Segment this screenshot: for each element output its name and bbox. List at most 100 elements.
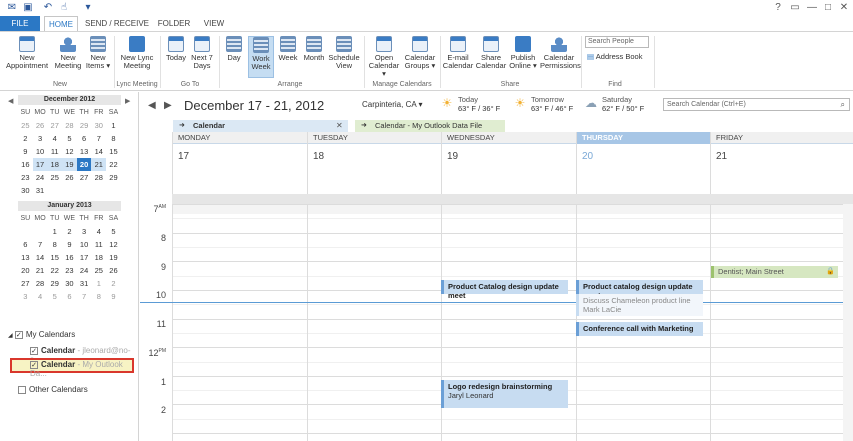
mini-calendar-date[interactable]: 10	[33, 145, 48, 158]
mini-calendar-date[interactable]: 28	[33, 277, 48, 290]
close-tab-icon[interactable]: ✕	[336, 120, 343, 132]
mini-calendar-date[interactable]: 2	[62, 225, 77, 238]
appointment-product-catalog-wed[interactable]: Product Catalog design update meet	[441, 280, 568, 300]
mini-calendar-date[interactable]: 30	[62, 277, 77, 290]
mini-calendar-date[interactable]: 26	[62, 171, 77, 184]
mini-calendar-date[interactable]: 23	[62, 264, 77, 277]
tab-home[interactable]: HOME	[44, 16, 78, 32]
mini-calendar-date[interactable]: 9	[62, 238, 77, 251]
day-header-monday[interactable]: MONDAY	[172, 132, 307, 144]
mini-calendar-date[interactable]: 3	[77, 225, 92, 238]
maximize-button[interactable]: □	[820, 1, 836, 14]
mini-calendar-date[interactable]: 18	[91, 251, 106, 264]
day-header-friday[interactable]: FRIDAY	[710, 132, 853, 144]
mini-calendar-date[interactable]: 4	[33, 290, 48, 303]
back-arrow-icon[interactable]: ◀	[148, 100, 156, 111]
mini-calendar-date[interactable]: 8	[47, 238, 62, 251]
mini-calendar-date[interactable]: 14	[33, 251, 48, 264]
mini-calendar-date[interactable]: 13	[77, 145, 92, 158]
appointment-conference-call-thu[interactable]: Conference call with Marketing	[576, 322, 703, 336]
day-header-wednesday[interactable]: WEDNESDAY	[441, 132, 576, 144]
undo-icon[interactable]: ↶	[42, 2, 54, 14]
tab-view[interactable]: VIEW	[198, 16, 230, 32]
calendar-tab-account[interactable]: ➜ Calendar ✕	[173, 120, 348, 132]
mini-calendar-date[interactable]: 23	[18, 171, 33, 184]
mini-calendar-date[interactable]: 21	[33, 264, 48, 277]
my-calendars-group[interactable]: ◢ ✓ My Calendars	[8, 330, 75, 339]
mini-calendar-date[interactable]: 26	[106, 264, 121, 277]
open-calendar-button[interactable]: Open Calendar ▾	[367, 36, 401, 78]
mini-calendar-date[interactable]: 29	[77, 119, 92, 132]
mini-calendar-date[interactable]: 29	[47, 277, 62, 290]
mini-calendar-date[interactable]: 22	[106, 158, 121, 171]
schedule-view-button[interactable]: Schedule View	[328, 36, 360, 70]
calendar-checkbox[interactable]: ✓	[30, 346, 38, 355]
mini-calendar-date[interactable]: 24	[33, 171, 48, 184]
tab-send-receive[interactable]: SEND / RECEIVE	[84, 16, 150, 32]
close-button[interactable]: ✕	[836, 1, 852, 14]
mini-calendar-date[interactable]: 15	[106, 145, 121, 158]
mini-calendar-date[interactable]: 20	[18, 264, 33, 277]
mini-calendar-date[interactable]: 18	[47, 158, 63, 171]
mini-calendar-date[interactable]: 5	[106, 225, 121, 238]
month-view-button[interactable]: Month	[302, 36, 326, 62]
mini-calendar-date[interactable]: 28	[62, 119, 77, 132]
new-items-button[interactable]: New Items ▾	[85, 36, 111, 70]
tab-folder[interactable]: FOLDER	[154, 16, 194, 32]
search-icon[interactable]: ⌕	[841, 99, 845, 110]
next-month-icon[interactable]: ▶	[125, 97, 130, 105]
publish-online-button[interactable]: Publish Online ▾	[507, 36, 539, 70]
mini-calendar-date[interactable]: 7	[91, 132, 106, 145]
mini-calendar-date[interactable]: 4	[47, 132, 62, 145]
time-grid[interactable]: 7AM 8 9 10 11 12PM 1 2 Dentist; Main Str…	[140, 204, 853, 441]
mini-calendar-date[interactable]: 26	[33, 119, 48, 132]
mini-calendar-date[interactable]: 11	[91, 238, 106, 251]
today-button[interactable]: Today	[164, 36, 188, 62]
mini-calendar-date[interactable]: 2	[106, 277, 121, 290]
mini-calendar-date[interactable]: 3	[18, 290, 33, 303]
mini-calendar-date[interactable]: 29	[106, 171, 121, 184]
week-view-button[interactable]: Week	[276, 36, 300, 62]
mini-calendar-date[interactable]: 30	[18, 184, 33, 197]
calendar-tab-data-file[interactable]: ➜ Calendar - My Outlook Data File	[355, 120, 505, 132]
calendar-groups-button[interactable]: Calendar Groups ▾	[403, 36, 437, 70]
mini-calendar-date[interactable]: 31	[33, 184, 48, 197]
mini-calendar-date[interactable]: 27	[18, 277, 33, 290]
date-wednesday[interactable]: 19	[441, 144, 576, 194]
search-calendar-input[interactable]: Search Calendar (Ctrl+E) ⌕	[663, 98, 850, 111]
mini-calendar-date[interactable]: 9	[106, 290, 121, 303]
vertical-scrollbar[interactable]	[843, 204, 853, 441]
mini-calendar-date[interactable]: 6	[18, 238, 33, 251]
mini-calendar-date[interactable]: 1	[106, 119, 121, 132]
mini-calendar-date[interactable]: 17	[32, 158, 48, 171]
collapse-icon[interactable]: ◢	[8, 333, 13, 339]
calendar-permissions-button[interactable]: Calendar Permissions	[540, 36, 581, 70]
mini-calendar-date[interactable]: 27	[47, 119, 62, 132]
save-icon[interactable]: ▣	[22, 2, 34, 14]
help-button[interactable]: ?	[770, 1, 786, 14]
mini-calendar-date[interactable]: 9	[18, 145, 33, 158]
day-header-tuesday[interactable]: TUESDAY	[307, 132, 441, 144]
mini-calendar-date[interactable]: 22	[47, 264, 62, 277]
mini-calendar-date[interactable]: 19	[62, 158, 77, 171]
next-7-days-button[interactable]: Next 7 Days	[190, 36, 214, 70]
ribbon-display-button[interactable]: ▭	[787, 1, 803, 14]
mini-calendar-date[interactable]: 16	[18, 158, 33, 171]
mini-calendar-date[interactable]: 13	[18, 251, 33, 264]
appointment-product-catalog-thu[interactable]: Product catalog design update meet	[576, 280, 703, 300]
mini-calendar-date[interactable]: 1	[91, 277, 106, 290]
all-day-band[interactable]	[172, 194, 853, 204]
mini-calendar-date[interactable]: 1	[47, 225, 62, 238]
appointment-chameleon-thu[interactable]: Discuss Chameleon product line Mark LaCi…	[576, 294, 703, 316]
mini-calendar-date[interactable]: 6	[77, 132, 92, 145]
mini-calendar-date[interactable]: 14	[91, 145, 106, 158]
work-week-view-button[interactable]: Work Week	[248, 36, 274, 78]
mini-calendar-date[interactable]: 16	[62, 251, 77, 264]
date-friday[interactable]: 21	[710, 144, 853, 194]
mini-calendar-date[interactable]: 6	[62, 290, 77, 303]
mini-calendar-date[interactable]: 12	[62, 145, 77, 158]
new-meeting-button[interactable]: New Meeting	[53, 36, 83, 70]
appointment-logo-redesign-wed[interactable]: Logo redesign brainstorming Jaryl Leonar…	[441, 380, 568, 408]
mini-calendar-date[interactable]: 28	[91, 171, 106, 184]
mini-calendar-date[interactable]: 31	[77, 277, 92, 290]
